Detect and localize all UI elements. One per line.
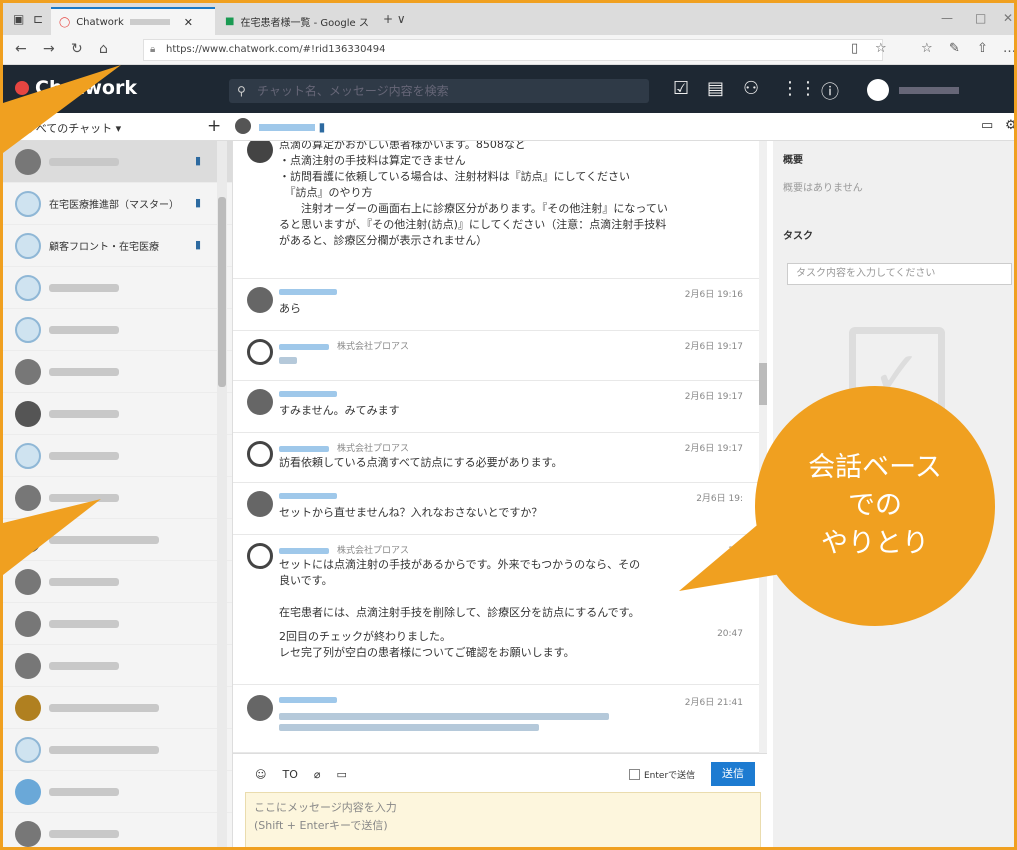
screenshot-frame: ▣ ⊏ ◯ Chatwork ✕ ■ 在宅患者様一覧 - Google ス + … <box>0 0 1017 850</box>
callout-line-2: での <box>848 490 902 521</box>
callout-line-3: やりとり <box>821 528 929 559</box>
callout-line-1: 会話ベース <box>808 452 942 483</box>
arrow-bottom-left <box>3 499 101 575</box>
callout-bubble: 会話ベース での やりとり <box>755 386 995 626</box>
arrow-top-left <box>3 65 121 153</box>
